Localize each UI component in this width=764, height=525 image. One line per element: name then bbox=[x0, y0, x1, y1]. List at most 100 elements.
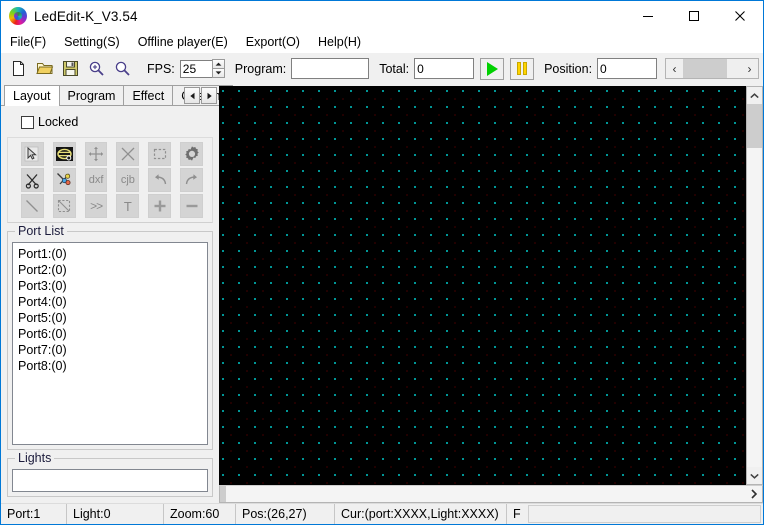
new-file-icon bbox=[13, 61, 24, 76]
rect-draw-tool-button[interactable] bbox=[52, 194, 76, 218]
redo-tool-button[interactable] bbox=[180, 168, 203, 192]
list-item[interactable]: Port5:(0) bbox=[18, 310, 207, 326]
lights-list[interactable] bbox=[12, 469, 208, 492]
redo-arrow-icon bbox=[185, 174, 197, 185]
timeline-scroll-right-arrow[interactable]: › bbox=[741, 59, 758, 78]
window-controls bbox=[625, 1, 763, 31]
scroll-down-button[interactable] bbox=[747, 467, 762, 484]
timeline-scroll-left-arrow[interactable]: ‹ bbox=[666, 59, 683, 78]
fps-spinner-up[interactable] bbox=[211, 59, 225, 68]
scroll-up-button[interactable] bbox=[747, 87, 762, 104]
tab-effect[interactable]: Effect bbox=[123, 85, 174, 105]
tab-next-button[interactable] bbox=[201, 87, 217, 104]
scroll-right-button[interactable] bbox=[745, 486, 762, 502]
timeline-scrollbar[interactable]: ‹ › bbox=[665, 58, 759, 79]
cjb-import-tool-button[interactable]: cjb bbox=[116, 168, 140, 192]
fps-spinner[interactable] bbox=[211, 59, 225, 78]
list-item[interactable]: Port6:(0) bbox=[18, 326, 207, 342]
add-tool-button[interactable] bbox=[148, 194, 172, 218]
tool-row: >> T bbox=[8, 194, 212, 218]
chevron-right-icon bbox=[750, 489, 757, 499]
tab-prev-button[interactable] bbox=[184, 87, 200, 104]
save-button[interactable] bbox=[59, 57, 82, 80]
timeline-scroll-track[interactable] bbox=[683, 59, 741, 78]
layout-shape-icon bbox=[55, 146, 73, 161]
scissors-icon bbox=[25, 173, 39, 189]
menu-setting[interactable]: Setting(S) bbox=[64, 33, 129, 51]
maximize-button[interactable] bbox=[671, 1, 717, 31]
fps-spinner-down[interactable] bbox=[211, 68, 225, 78]
zoom-in-button[interactable] bbox=[85, 57, 108, 80]
status-port: Port:1 bbox=[1, 504, 67, 524]
locked-checkbox[interactable] bbox=[21, 115, 34, 129]
undo-tool-button[interactable] bbox=[148, 168, 172, 192]
lights-title: Lights bbox=[15, 451, 55, 465]
cut-scissors-tool-button[interactable] bbox=[21, 168, 44, 192]
menu-offline-player[interactable]: Offline player(E) bbox=[138, 33, 237, 51]
timeline-scroll-thumb[interactable] bbox=[683, 59, 728, 78]
body-split: Layout Program Effect Custom Locked bbox=[1, 85, 763, 503]
status-bar: Port:1 Light:0 Zoom:60 Pos:(26,27) Cur:(… bbox=[1, 503, 763, 524]
minimize-button[interactable] bbox=[625, 1, 671, 31]
pause-button[interactable] bbox=[510, 57, 535, 80]
vertical-scroll-thumb[interactable] bbox=[747, 104, 762, 148]
vertical-scroll-track[interactable] bbox=[747, 104, 762, 467]
close-button[interactable] bbox=[717, 1, 763, 31]
delete-cross-tool-button[interactable] bbox=[116, 142, 140, 166]
menu-help[interactable]: Help(H) bbox=[318, 33, 370, 51]
horizontal-scroll-thumb[interactable] bbox=[220, 486, 226, 502]
minus-tool-button[interactable] bbox=[180, 194, 203, 218]
triangle-right-icon bbox=[207, 92, 212, 99]
list-item[interactable]: Port1:(0) bbox=[18, 246, 207, 262]
marquee-select-tool-button[interactable] bbox=[148, 142, 172, 166]
horizontal-scroll-track[interactable] bbox=[220, 486, 745, 502]
list-item[interactable]: Port4:(0) bbox=[18, 294, 207, 310]
chevron-up-icon bbox=[750, 92, 759, 98]
position-input[interactable] bbox=[597, 58, 658, 79]
gear-icon bbox=[184, 146, 199, 161]
menu-bar: File(F) Setting(S) Offline player(E) Exp… bbox=[1, 31, 763, 53]
zoom-out-button[interactable] bbox=[111, 57, 134, 80]
open-folder-icon bbox=[35, 63, 53, 74]
line-draw-tool-button[interactable] bbox=[21, 194, 44, 218]
application-window: LedEdit-K_V3.54 File(F) Setting(S) Offli… bbox=[0, 0, 764, 525]
total-input[interactable] bbox=[414, 58, 475, 79]
play-button[interactable] bbox=[480, 57, 505, 80]
title-bar: LedEdit-K_V3.54 bbox=[1, 1, 763, 31]
tab-layout[interactable]: Layout bbox=[4, 85, 60, 106]
list-item[interactable]: Port8:(0) bbox=[18, 358, 207, 374]
led-layout-canvas[interactable] bbox=[219, 86, 746, 485]
list-item[interactable]: Port7:(0) bbox=[18, 342, 207, 358]
zoom-out-icon bbox=[115, 61, 130, 76]
canvas-horizontal-scrollbar[interactable] bbox=[219, 485, 763, 503]
maximize-icon bbox=[689, 11, 699, 21]
undo-arrow-icon bbox=[154, 174, 166, 185]
layout-shape-tool-button[interactable] bbox=[52, 142, 76, 166]
right-panel bbox=[219, 85, 763, 503]
color-mix-icon bbox=[57, 173, 71, 186]
cross-x-icon bbox=[121, 147, 135, 161]
forward-tool-button[interactable]: >> bbox=[84, 194, 108, 218]
open-file-button[interactable] bbox=[33, 57, 56, 80]
pause-icon bbox=[517, 62, 528, 75]
dxf-import-tool-button[interactable]: dxf bbox=[84, 168, 108, 192]
color-mix-tool-button[interactable] bbox=[52, 168, 76, 192]
text-tool-button[interactable]: T bbox=[116, 194, 140, 218]
tab-program[interactable]: Program bbox=[58, 85, 125, 105]
menu-export[interactable]: Export(O) bbox=[246, 33, 309, 51]
chevron-down-icon bbox=[750, 473, 759, 479]
move-tool-button[interactable] bbox=[84, 142, 108, 166]
select-arrow-tool-button[interactable] bbox=[21, 142, 44, 166]
list-item[interactable]: Port3:(0) bbox=[18, 278, 207, 294]
minimize-icon bbox=[643, 16, 653, 17]
settings-gear-tool-button[interactable] bbox=[180, 142, 203, 166]
canvas-vertical-scrollbar[interactable] bbox=[746, 86, 763, 485]
port-list[interactable]: Port1:(0) Port2:(0) Port3:(0) Port4:(0) … bbox=[12, 242, 208, 445]
play-icon bbox=[486, 61, 498, 76]
position-label: Position: bbox=[544, 61, 593, 76]
list-item[interactable]: Port2:(0) bbox=[18, 262, 207, 278]
menu-file[interactable]: File(F) bbox=[10, 33, 55, 51]
new-file-button[interactable] bbox=[7, 57, 30, 80]
fps-input[interactable] bbox=[179, 59, 213, 78]
program-input[interactable] bbox=[291, 58, 370, 79]
